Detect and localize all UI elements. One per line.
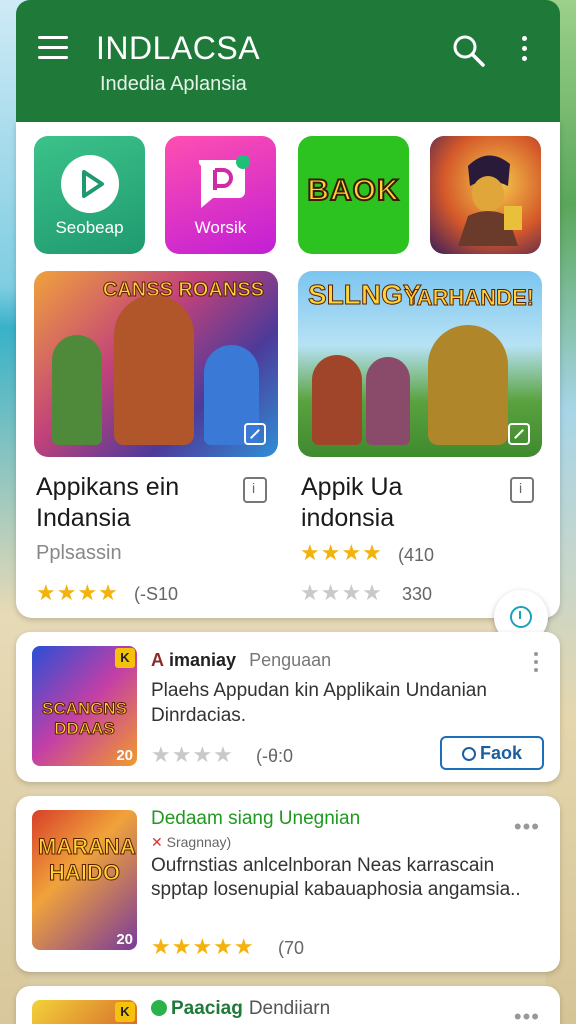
featured-meta: Pplsassin	[36, 542, 122, 564]
play-dot-icon	[151, 1000, 167, 1016]
info-icon[interactable]	[243, 477, 267, 503]
overflow-menu-icon[interactable]	[522, 36, 530, 64]
thumb-number: 20	[116, 747, 133, 764]
menu-icon[interactable]	[38, 36, 68, 60]
thumb-badge: K	[115, 1002, 135, 1022]
featured-app-card-1[interactable]: CANSS ROANSS	[34, 271, 278, 457]
featured-section: Seobeap Worsik BAOK CANSS ROANSS SLLNGY …	[16, 122, 560, 618]
rating-value: (-θ:0	[256, 746, 294, 766]
featured-banner-text: CANSS ROANSS	[102, 279, 264, 302]
info-icon[interactable]	[510, 477, 534, 503]
app-icon-label: Worsik	[194, 218, 247, 237]
featured-banner-text: YARHANDE!	[404, 285, 535, 311]
app-icon-worsik[interactable]: Worsik	[165, 136, 276, 254]
list-item[interactable]: K Paaciag Dendiiarn •••	[16, 986, 560, 1024]
item-description: Plaehs Appudan kin Applikain Undanian Di…	[151, 680, 487, 726]
rating-value: (410	[398, 545, 435, 565]
star-rating: ★★★★	[36, 580, 119, 605]
developer-line: A imaniay Penguaan	[151, 650, 331, 671]
app-icon-label: Seobeap	[55, 218, 124, 237]
featured-title[interactable]: Appikans ein Indansia	[36, 472, 226, 534]
clock-icon	[461, 746, 476, 761]
star-rating: ★★★★	[300, 540, 383, 565]
item-title-text: Paaciag	[171, 998, 243, 1019]
category-label: Penguaan	[249, 650, 332, 670]
app-thumbnail: MARANA HAIDO 20	[32, 810, 137, 950]
thumb-title: SCANGNS DDAAS	[41, 698, 127, 738]
star-rating: ★★★★★	[151, 934, 255, 959]
warrior-art-icon	[458, 155, 522, 246]
app-icon-warrior[interactable]	[430, 136, 541, 254]
character-figure	[428, 325, 508, 445]
list-item[interactable]: MARANA HAIDO 20 Dedaam siang Unegnian ••…	[16, 796, 560, 972]
expand-icon[interactable]	[508, 423, 530, 445]
item-overflow-icon[interactable]: •••	[514, 814, 540, 840]
item-subtitle-text: Sragnnay)	[166, 834, 232, 850]
rating-value: 330	[402, 584, 433, 604]
featured-title[interactable]: Appik Ua indonsia	[301, 472, 491, 534]
app-window: INDLACSA Indedia Aplansia Seobeap Worsik…	[16, 0, 560, 1024]
character-figure	[366, 357, 410, 445]
app-thumbnail: K	[32, 1000, 137, 1024]
app-subtitle: Indedia Aplansia	[100, 73, 247, 95]
play-icon	[61, 155, 119, 213]
open-button[interactable]: Faok	[440, 736, 544, 770]
search-icon[interactable]	[452, 34, 486, 68]
list-item[interactable]: K SCANGNS DDAAS 20 A imaniay Penguaan Pl…	[16, 632, 560, 782]
app-thumbnail: K SCANGNS DDAAS 20	[32, 646, 137, 766]
app-title: INDLACSA	[96, 30, 261, 66]
developer-mark-icon: A	[151, 650, 164, 670]
character-figure	[52, 335, 102, 445]
item-overflow-icon[interactable]: •••	[514, 1004, 540, 1024]
item-overflow-icon[interactable]	[534, 652, 540, 674]
thumb-title: MARANA HAIDO	[38, 834, 137, 886]
rating-value: (-S10	[134, 584, 179, 604]
item-subtitle: ✕ Sragnnay)	[151, 834, 231, 851]
developer-name: imaniay	[169, 650, 237, 670]
developer-name: Dendiiarn	[248, 998, 331, 1019]
star-rating: ★★★★	[151, 742, 234, 767]
x-icon: ✕	[151, 834, 167, 850]
item-title: Dedaam siang Unegnian	[151, 808, 361, 829]
top-app-bar: INDLACSA Indedia Aplansia	[16, 0, 560, 122]
chat-bubble-icon	[198, 155, 250, 208]
thumb-number: 20	[116, 931, 133, 948]
app-icon-label: BAOK	[306, 173, 400, 208]
app-icon-seobeap[interactable]: Seobeap	[34, 136, 145, 254]
star-rating: ★★★★	[300, 580, 383, 605]
rating-value: (70	[278, 938, 305, 958]
character-figure	[114, 295, 194, 445]
character-figure	[312, 355, 362, 445]
item-description: Oufrnstias anlcelnboran Neas karrascain …	[151, 855, 521, 900]
featured-app-card-2[interactable]: SLLNGY YARHANDE!	[298, 271, 542, 457]
expand-icon[interactable]	[244, 423, 266, 445]
item-title: Paaciag Dendiiarn	[151, 998, 330, 1020]
app-icon-baok[interactable]: BAOK	[298, 136, 409, 254]
thumb-badge: K	[115, 648, 135, 668]
open-button-label: Faok	[479, 742, 522, 763]
